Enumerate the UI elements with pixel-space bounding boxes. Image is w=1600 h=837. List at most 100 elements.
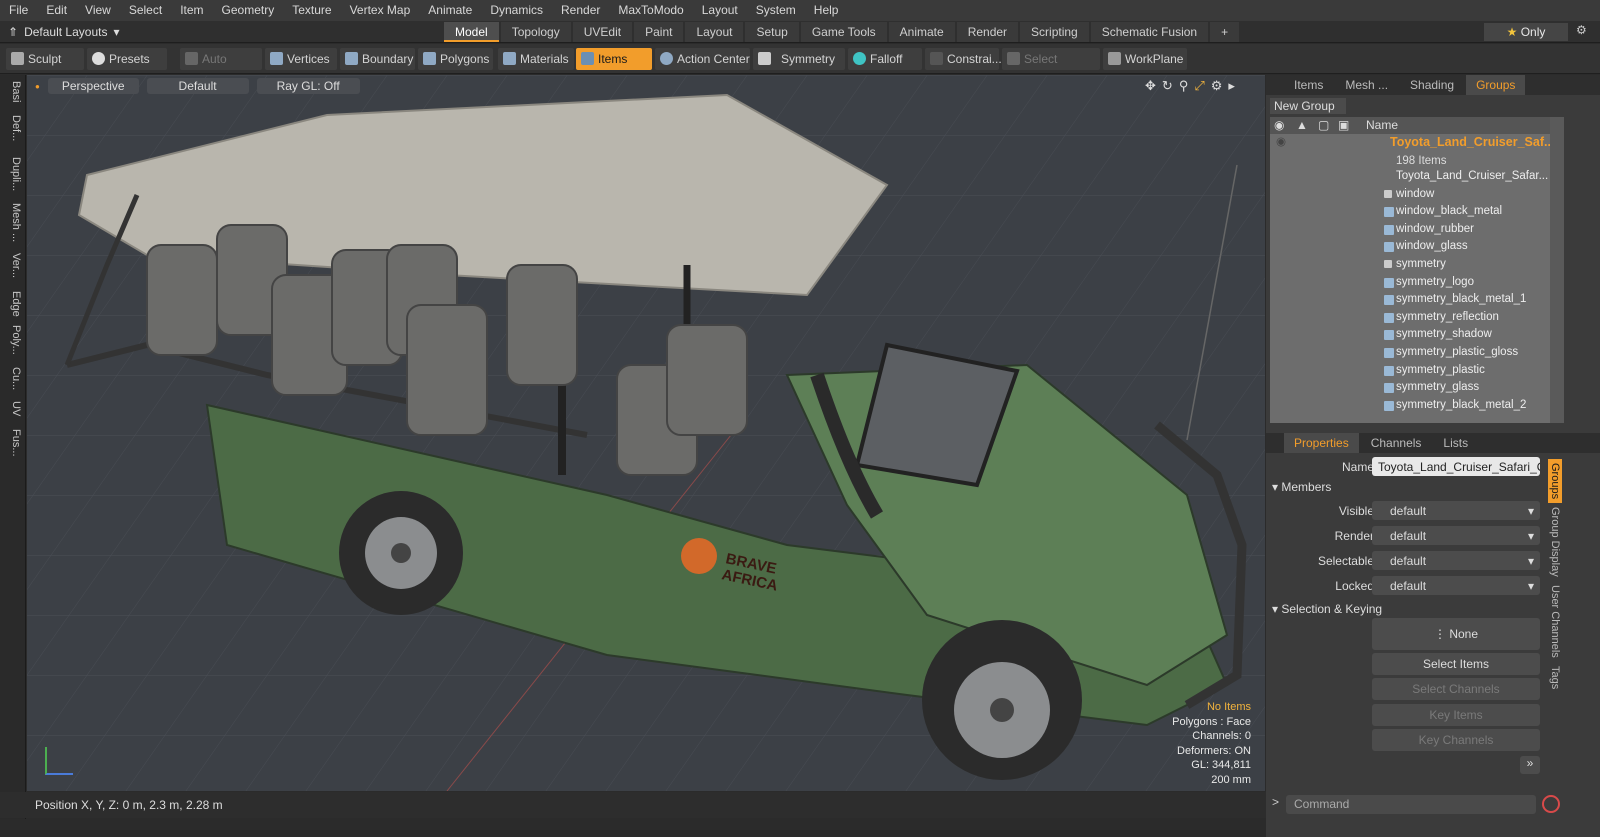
- tab-game-tools[interactable]: Game Tools: [800, 22, 887, 42]
- tab-animate[interactable]: Animate: [888, 22, 955, 42]
- menu-view[interactable]: View: [76, 0, 120, 21]
- menu-edit[interactable]: Edit: [37, 0, 76, 21]
- group-root-row[interactable]: ◉ Toyota_Land_Cruiser_Saf...: [1270, 134, 1564, 154]
- vertices-button[interactable]: Vertices: [265, 48, 337, 70]
- key-items-button[interactable]: Key Items: [1372, 704, 1540, 726]
- tab-paint[interactable]: Paint: [634, 22, 684, 42]
- select-channels-button[interactable]: Select Channels: [1372, 678, 1540, 700]
- tree-item[interactable]: symmetry_logo: [1270, 274, 1564, 292]
- tree-item[interactable]: Toyota_Land_Cruiser_Safar...: [1270, 168, 1564, 186]
- render-icon[interactable]: ▲: [1296, 117, 1308, 134]
- shading-dropdown[interactable]: Default: [146, 78, 249, 94]
- tree-item[interactable]: window_rubber: [1270, 221, 1564, 239]
- sculpt-button[interactable]: Sculpt: [6, 48, 84, 70]
- side-tab-groups[interactable]: Groups: [1548, 459, 1562, 504]
- tree-item[interactable]: symmetry_glass: [1270, 379, 1564, 397]
- tree-item[interactable]: symmetry_shadow: [1270, 326, 1564, 344]
- side-tab-tags[interactable]: Tags: [1548, 662, 1562, 693]
- tab-model[interactable]: Model: [444, 22, 499, 42]
- members-section[interactable]: ▾ Members: [1272, 480, 1331, 494]
- move-icon[interactable]: ✥: [1145, 78, 1156, 94]
- tab-edge[interactable]: Edge: [4, 291, 22, 317]
- raygl-toggle[interactable]: Ray GL: Off: [256, 78, 360, 94]
- eye-icon[interactable]: ◉: [1274, 117, 1284, 134]
- record-icon[interactable]: [1542, 795, 1560, 813]
- tab-mesh[interactable]: Mesh ...: [1335, 75, 1398, 95]
- polygons-button[interactable]: Polygons: [418, 48, 493, 70]
- command-input[interactable]: Command: [1286, 795, 1536, 814]
- zoom-icon[interactable]: ⚲: [1179, 78, 1189, 94]
- tree-item[interactable]: symmetry_plastic: [1270, 362, 1564, 380]
- tree-item[interactable]: window_black_metal: [1270, 203, 1564, 221]
- select-through-button[interactable]: Select Through: [1002, 48, 1100, 88]
- menu-system[interactable]: System: [747, 0, 805, 21]
- none-button[interactable]: ⋮ None: [1372, 618, 1540, 650]
- rotate-icon[interactable]: ↻: [1162, 78, 1173, 94]
- tab-schematic-fusion[interactable]: Schematic Fusion: [1090, 22, 1209, 42]
- select-items-button[interactable]: Select Items: [1372, 653, 1540, 675]
- constrain-button[interactable]: Constrai...: [925, 48, 1002, 70]
- menu-select[interactable]: Select: [120, 0, 171, 21]
- tab-uv[interactable]: UV: [4, 401, 22, 416]
- tab-duplicate[interactable]: Dupli...: [4, 157, 22, 191]
- tab-groups[interactable]: Groups: [1466, 75, 1526, 95]
- render-dropdown[interactable]: default ▾: [1372, 526, 1540, 545]
- menu-geometry[interactable]: Geometry: [213, 0, 284, 21]
- lock-icon[interactable]: ▢: [1318, 117, 1329, 134]
- expand-button[interactable]: »: [1520, 756, 1540, 774]
- tree-item[interactable]: symmetry: [1270, 256, 1564, 274]
- tab-deform[interactable]: Def...: [4, 115, 22, 141]
- menu-item[interactable]: Item: [171, 0, 212, 21]
- locked-dropdown[interactable]: default ▾: [1372, 576, 1540, 595]
- tab-topology[interactable]: Topology: [500, 22, 571, 42]
- tree-item[interactable]: window: [1270, 186, 1564, 204]
- select-icon[interactable]: ▣: [1338, 117, 1349, 134]
- tree-item[interactable]: symmetry_reflection: [1270, 309, 1564, 327]
- menu-vertex-map[interactable]: Vertex Map: [341, 0, 420, 21]
- tab-channels[interactable]: Channels: [1361, 433, 1432, 453]
- auto-select-button[interactable]: Auto Select: [180, 48, 262, 88]
- tab-lists[interactable]: Lists: [1433, 433, 1478, 453]
- gear-icon[interactable]: ⚙: [1211, 78, 1223, 94]
- tree-scrollbar[interactable]: [1550, 117, 1564, 423]
- new-group-button[interactable]: New Group: [1270, 98, 1346, 114]
- name-field[interactable]: Toyota_Land_Cruiser_Safari_Ope: [1372, 457, 1540, 476]
- selection-keying-section[interactable]: ▾ Selection & Keying: [1272, 602, 1382, 616]
- tab-layout[interactable]: Layout: [685, 22, 744, 42]
- menu-help[interactable]: Help: [805, 0, 848, 21]
- perspective-dropdown[interactable]: Perspective: [47, 78, 139, 94]
- tab-setup[interactable]: Setup: [745, 22, 799, 42]
- menu-file[interactable]: File: [0, 0, 37, 21]
- tab-items[interactable]: Items: [1284, 75, 1333, 95]
- tab-mesh-edit[interactable]: Mesh ...: [4, 203, 22, 242]
- menu-dynamics[interactable]: Dynamics: [481, 0, 552, 21]
- settings-icon[interactable]: ⚙: [1576, 23, 1587, 37]
- boundary-button[interactable]: Boundary: [340, 48, 415, 70]
- tab-uvedit[interactable]: UVEdit: [572, 22, 633, 42]
- tab-shading[interactable]: Shading: [1400, 75, 1464, 95]
- tab-vertex[interactable]: Ver...: [4, 253, 22, 278]
- tree-item[interactable]: symmetry_black_metal_2: [1270, 397, 1564, 415]
- tree-item[interactable]: window_glass: [1270, 238, 1564, 256]
- default-layouts-dropdown[interactable]: ⇑ Default Layouts ▾: [8, 23, 119, 41]
- tab-basic[interactable]: Basi: [4, 81, 22, 102]
- only-button[interactable]: ★ Only: [1484, 23, 1568, 41]
- action-center-button[interactable]: Action Center: [655, 48, 750, 70]
- key-channels-button[interactable]: Key Channels: [1372, 729, 1540, 751]
- symmetry-button[interactable]: Symmetry: [753, 48, 845, 70]
- arrow-right-icon[interactable]: ▸: [1228, 78, 1235, 94]
- menu-maxtomodo[interactable]: MaxToModo: [609, 0, 692, 21]
- fit-icon[interactable]: ⤢: [1194, 78, 1204, 94]
- eye-icon[interactable]: ◉: [1276, 134, 1286, 152]
- tab-render[interactable]: Render: [956, 22, 1019, 42]
- tree-item[interactable]: symmetry_plastic_gloss: [1270, 344, 1564, 362]
- menu-texture[interactable]: Texture: [283, 0, 340, 21]
- add-tab-icon[interactable]: +: [1210, 22, 1240, 42]
- tab-fusion[interactable]: Fus...: [4, 429, 22, 457]
- menu-render[interactable]: Render: [552, 0, 609, 21]
- items-button[interactable]: Items: [576, 48, 652, 70]
- tab-scripting[interactable]: Scripting: [1020, 22, 1089, 42]
- materials-button[interactable]: Materials: [498, 48, 574, 70]
- presets-button[interactable]: Presets: [87, 48, 167, 70]
- visible-dropdown[interactable]: default ▾: [1372, 501, 1540, 520]
